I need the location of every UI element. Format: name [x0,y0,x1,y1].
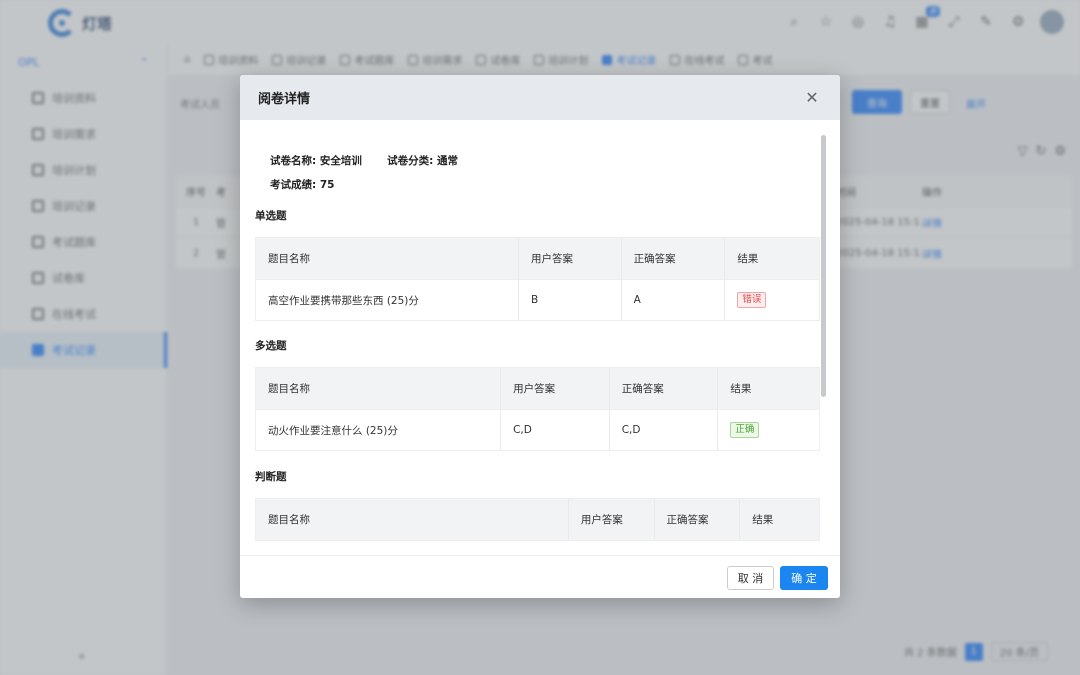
question-name: 动火作业要注意什么 (25)分 [256,410,502,450]
modal-scrollbar[interactable] [821,135,826,397]
user-answer: B [519,280,622,320]
multiple-choice-table: 题目名称 用户答案 正确答案 结果 动火作业要注意什么 (25)分 C,D C,… [255,367,820,451]
score-info: 考试成绩: 75 [270,177,334,192]
modal-footer: 取 消 确 定 [240,555,840,598]
correct-answer: C,D [610,410,719,450]
paper-info: 试卷名称: 安全培训 试卷分类: 通常 [270,153,458,168]
table-header: 题目名称 用户答案 正确答案 结果 [256,368,819,409]
table-header: 题目名称 用户答案 正确答案 结果 [256,499,819,540]
result-right-tag: 正确 [730,422,760,438]
score-value: 75 [319,179,335,191]
modal-header: 阅卷详情 ✕ [240,75,840,120]
paper-category: 通常 [437,155,459,167]
modal-body: 试卷名称: 安全培训 试卷分类: 通常 考试成绩: 75 单选题 题目名称 用户… [240,120,840,555]
paper-name: 安全培训 [319,155,362,167]
question-name: 高空作业要携带那些东西 (25)分 [256,280,520,320]
confirm-button[interactable]: 确 定 [780,566,828,590]
section-title-judgment: 判断题 [255,471,287,483]
paper-name-label: 试卷名称: [270,155,317,167]
modal-title: 阅卷详情 [258,92,311,107]
cancel-button[interactable]: 取 消 [727,566,774,590]
close-icon[interactable]: ✕ [802,88,822,108]
table-row: 动火作业要注意什么 (25)分 C,D C,D 正确 [256,409,819,450]
section-title-multiple: 多选题 [255,340,287,352]
score-label: 考试成绩: [270,179,317,191]
correct-answer: A [622,280,726,320]
single-choice-table: 题目名称 用户答案 正确答案 结果 高空作业要携带那些东西 (25)分 B A … [255,237,820,321]
review-detail-modal: 阅卷详情 ✕ 试卷名称: 安全培训 试卷分类: 通常 考试成绩: 75 单选题 … [240,75,840,598]
table-row: 高空作业要携带那些东西 (25)分 B A 错误 [256,279,819,320]
table-header: 题目名称 用户答案 正确答案 结果 [256,238,819,279]
user-answer: C,D [501,410,610,450]
section-title-single: 单选题 [255,210,287,222]
judgment-table: 题目名称 用户答案 正确答案 结果 [255,498,820,541]
result-wrong-tag: 错误 [737,292,767,308]
paper-category-label: 试卷分类: [387,155,434,167]
